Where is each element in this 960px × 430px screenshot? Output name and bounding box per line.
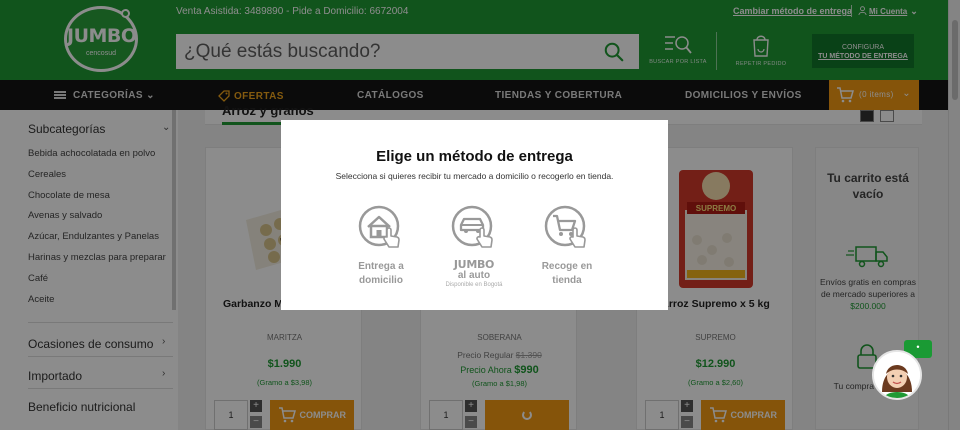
delivery-method-modal: Elige un método de entrega Selecciona si… — [281, 120, 668, 310]
house-icon — [358, 205, 400, 248]
option-car-note: Disponible en Bogotá — [445, 282, 503, 288]
option-store-pickup[interactable]: Recoge en tienda — [527, 204, 607, 288]
avatar — [874, 352, 920, 398]
cart-icon — [544, 205, 586, 248]
option-store-label: Recoge en tienda — [541, 261, 593, 286]
option-car-label: al auto — [457, 270, 491, 281]
option-home-label: Entrega a domicilio — [358, 261, 404, 286]
virtual-assistant-avatar[interactable] — [872, 350, 922, 400]
option-car-pickup[interactable]: JUMBO al auto Disponible en Bogotá — [434, 204, 514, 288]
modal-title: Elige un método de entrega — [376, 148, 573, 165]
option-home-delivery[interactable]: Entrega a domicilio — [341, 204, 421, 288]
car-icon — [451, 205, 493, 248]
modal-subtitle: Selecciona si quieres recibir tu mercado… — [335, 171, 614, 181]
